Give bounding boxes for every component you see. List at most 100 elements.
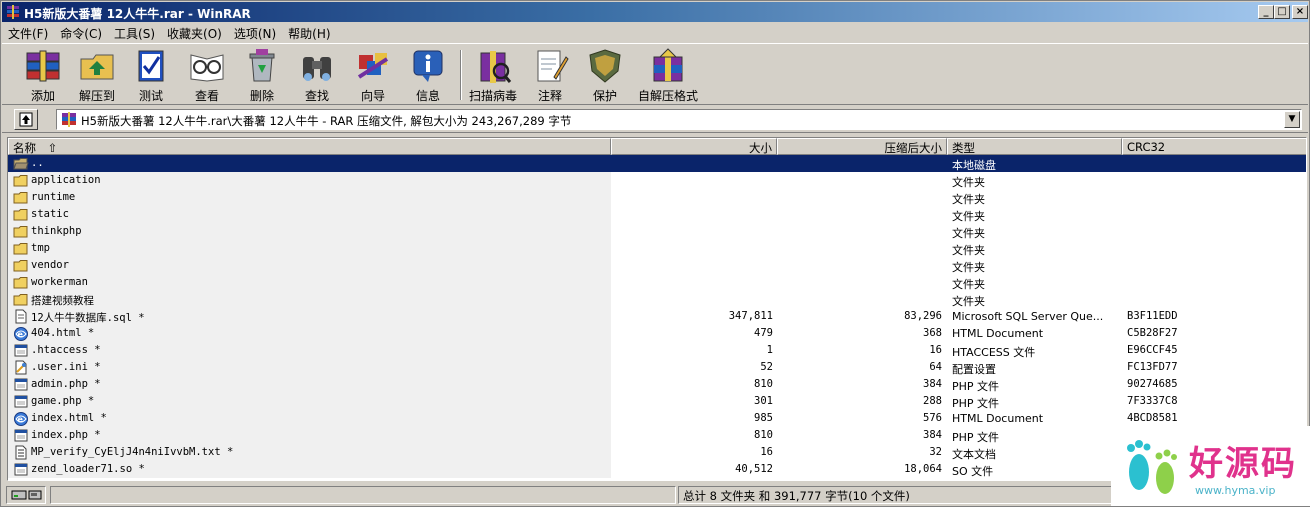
menu-commands[interactable]: 命令(C) [54,23,108,43]
menu-bar: 文件(F) 命令(C) 工具(S) 收藏夹(O) 选项(N) 帮助(H) [2,23,1308,43]
add-button[interactable]: 添加 [16,46,70,104]
folder-icon [13,243,28,255]
column-header-type[interactable]: 类型 [947,138,1122,155]
file-name: static [31,208,69,220]
table-row[interactable]: workerman 文件夹 [8,274,1306,291]
binoculars-icon [303,57,331,81]
menu-file[interactable]: 文件(F) [2,23,54,43]
file-size: 810 [754,378,773,390]
table-row[interactable]: vendor 文件夹 [8,257,1306,274]
file-crc: 4BCD8581 [1127,412,1178,424]
extract-to-button[interactable]: 解压到 [70,46,124,104]
file-name: vendor [31,259,69,271]
table-row[interactable]: .user.ini * 52 64 配置设置 FC13FD77 [8,359,1306,376]
file-size: 479 [754,327,773,339]
file-name: .htaccess * [31,344,101,356]
title-bar[interactable]: H5新版大番薯 12人牛牛.rar - WinRAR _ □ × [2,2,1308,22]
file-packed-size: 384 [923,378,942,390]
status-drive-panel[interactable] [6,486,46,504]
table-row[interactable]: .htaccess * 1 16 HTACCESS 文件 E96CCF45 [8,342,1306,359]
file-type: 文件夹 [952,278,985,291]
svg-text:e: e [18,330,24,339]
books-icon [26,50,60,82]
menu-options[interactable]: 选项(N) [228,23,282,43]
table-row[interactable]: static 文件夹 [8,206,1306,223]
glasses-book-icon [190,54,224,82]
file-type: Microsoft SQL Server Que... [952,310,1104,323]
folder-open-icon [13,158,29,170]
file-size: 985 [754,412,773,424]
wizard-button[interactable]: 向导 [346,46,400,104]
file-name: thinkphp [31,225,82,237]
test-button[interactable]: 测试 [124,46,178,104]
table-row[interactable]: admin.php * 810 384 PHP 文件 90274685 [8,376,1306,393]
column-header-size[interactable]: 大小 [611,138,777,155]
file-size: 347,811 [728,310,773,322]
file-name: .user.ini * [31,361,101,373]
menu-tools[interactable]: 工具(S) [108,23,161,43]
file-type: HTML Document [952,327,1044,340]
info-button[interactable]: 信息 [401,46,455,104]
sfx-button[interactable]: 自解压格式 [638,46,698,104]
table-row[interactable]: 12人牛牛数据库.sql * 347,811 83,296 Microsoft SQL… [8,308,1306,325]
name-cell [8,189,611,206]
table-row[interactable]: .. 本地磁盘 [8,155,1306,172]
file-icon [14,429,28,442]
file-name: runtime [31,191,76,203]
table-row[interactable]: game.php * 301 288 PHP 文件 7F3337C8 [8,393,1306,410]
file-size: 301 [754,395,773,407]
close-button[interactable]: × [1292,5,1308,19]
file-size: 810 [754,429,773,441]
file-type: PHP 文件 [952,380,1000,393]
status-summary: 总计 8 文件夹 和 391,777 字节(10 个文件) [678,486,1118,504]
menu-help[interactable]: 帮助(H) [282,23,336,43]
winrar-app-icon [7,5,19,19]
up-folder-button[interactable] [14,109,38,130]
folder-extract-icon [80,54,114,80]
table-row[interactable]: e index.html * 985 576 HTML Document 4BCD8581 [8,410,1306,427]
delete-button[interactable]: 删除 [235,46,289,104]
html-icon: e [14,412,28,426]
table-row[interactable]: application 文件夹 [8,172,1306,189]
find-button[interactable]: 查找 [290,46,344,104]
path-dropdown-button[interactable]: ▼ [1284,111,1300,128]
folder-icon [13,226,28,238]
file-crc: 7F3337C8 [1127,395,1178,407]
file-name: .. [31,157,44,169]
file-size: 40,512 [735,463,773,475]
comment-button[interactable]: 注释 [523,46,577,104]
status-selection-panel [50,486,676,504]
file-size: 52 [760,361,773,373]
file-name: application [31,174,101,186]
column-header-crc[interactable]: CRC32 [1122,138,1306,155]
scan-virus-button[interactable]: 扫描病毒 [466,46,520,104]
table-row[interactable]: e 404.html * 479 368 HTML Document C5B28F27 [8,325,1306,342]
file-name: index.php * [31,429,101,441]
menu-favorites[interactable]: 收藏夹(O) [161,23,228,43]
maximize-button[interactable]: □ [1274,5,1290,19]
column-header-name[interactable]: 名称 ⇧ [8,138,611,155]
folder-icon [13,260,28,272]
document-icon [15,309,27,324]
minimize-button[interactable]: _ [1258,5,1274,19]
table-row[interactable]: tmp 文件夹 [8,240,1306,257]
protect-button[interactable]: 保护 [578,46,632,104]
name-cell [8,325,611,342]
path-combobox[interactable]: H5新版大番薯 12人牛牛.rar\大番薯 12人牛牛 - RAR 压缩文件, … [56,109,1302,130]
file-name: tmp [31,242,50,254]
table-row[interactable]: 搭建视频教程 文件夹 [8,291,1306,308]
table-row[interactable]: runtime 文件夹 [8,189,1306,206]
file-type: 文件夹 [952,261,985,274]
view-button[interactable]: 查看 [180,46,234,104]
drive-icon [11,490,42,500]
column-header-packed[interactable]: 压缩后大小 [777,138,947,155]
sfx-box-icon [653,48,683,82]
table-row[interactable]: thinkphp 文件夹 [8,223,1306,240]
file-packed-size: 368 [923,327,942,339]
file-size: 16 [760,446,773,458]
notepad-pen-icon [537,50,569,82]
toolbar: 添加 解压到 测试 查看 删除 查找 向导 信息 扫描病毒 注释 保护 自解压格… [2,43,1308,105]
file-icon [14,395,28,408]
winrar-window: H5新版大番薯 12人牛牛.rar - WinRAR _ □ × 文件(F) 命令… [0,0,1310,507]
name-cell [8,274,611,291]
